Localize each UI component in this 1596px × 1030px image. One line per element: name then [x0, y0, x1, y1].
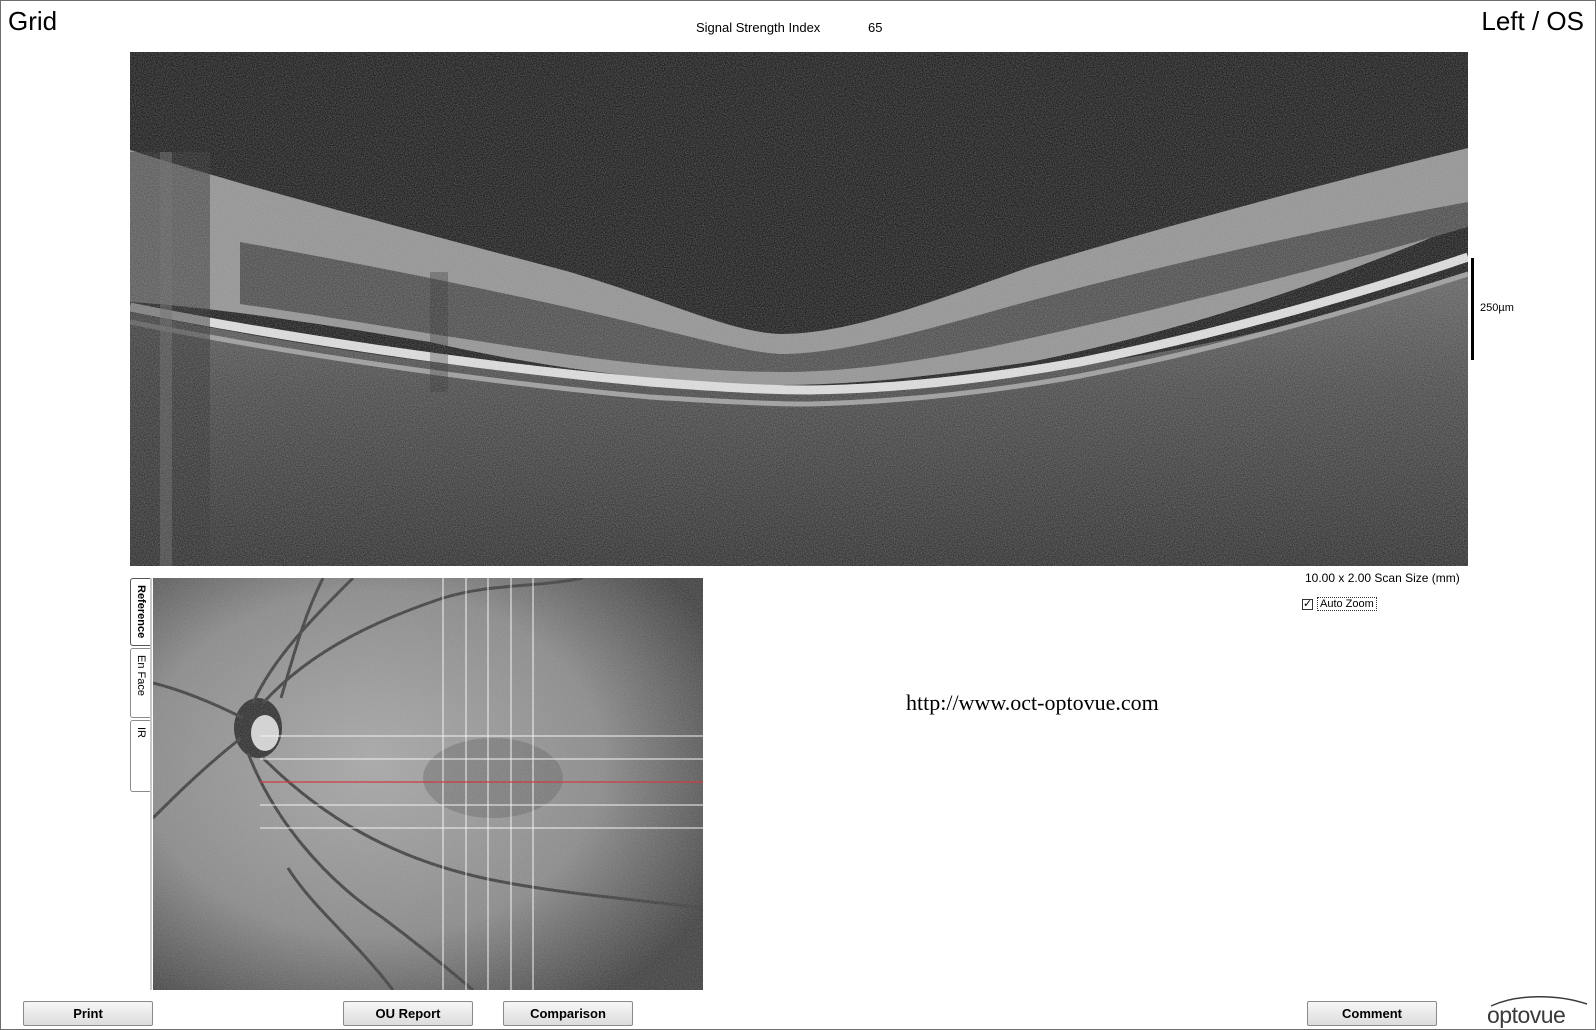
- auto-zoom-label[interactable]: Auto Zoom: [1317, 597, 1377, 611]
- tab-reference-label: Reference: [135, 585, 147, 639]
- tab-ir-label: IR: [135, 727, 147, 738]
- watermark-url: http://www.oct-optovue.com: [906, 690, 1159, 715]
- oct-bscan-image[interactable]: [130, 52, 1468, 566]
- ou-report-button[interactable]: OU Report: [343, 1001, 473, 1026]
- scale-bar: [1471, 258, 1474, 360]
- fundus-render: [153, 578, 703, 990]
- optovue-logo: optovue: [1487, 995, 1591, 1028]
- tab-en-face-label: En Face: [135, 655, 147, 696]
- logo-text: optovue: [1487, 1002, 1566, 1028]
- fundus-reference-image[interactable]: [153, 578, 703, 990]
- tab-panel-edge: [150, 578, 152, 990]
- signal-strength-label: Signal Strength Index: [696, 20, 821, 35]
- oct-bscan-render: [130, 52, 1468, 566]
- tab-en-face[interactable]: En Face: [130, 648, 151, 718]
- signal-strength-value: 65: [868, 20, 883, 35]
- scan-size-label: 10.00 x 2.00 Scan Size (mm): [1305, 571, 1460, 585]
- print-button[interactable]: Print: [23, 1001, 153, 1026]
- scan-type-title: Grid: [8, 6, 58, 36]
- comparison-button[interactable]: Comparison: [503, 1001, 633, 1026]
- auto-zoom-checkbox[interactable]: [1302, 597, 1313, 611]
- eye-label: Left / OS: [1481, 6, 1584, 36]
- comment-button[interactable]: Comment: [1307, 1001, 1437, 1026]
- tab-reference[interactable]: Reference: [130, 578, 151, 646]
- auto-zoom-control[interactable]: Auto Zoom: [1302, 597, 1377, 611]
- scale-bar-label: 250µm: [1480, 302, 1514, 314]
- tab-ir[interactable]: IR: [130, 720, 151, 792]
